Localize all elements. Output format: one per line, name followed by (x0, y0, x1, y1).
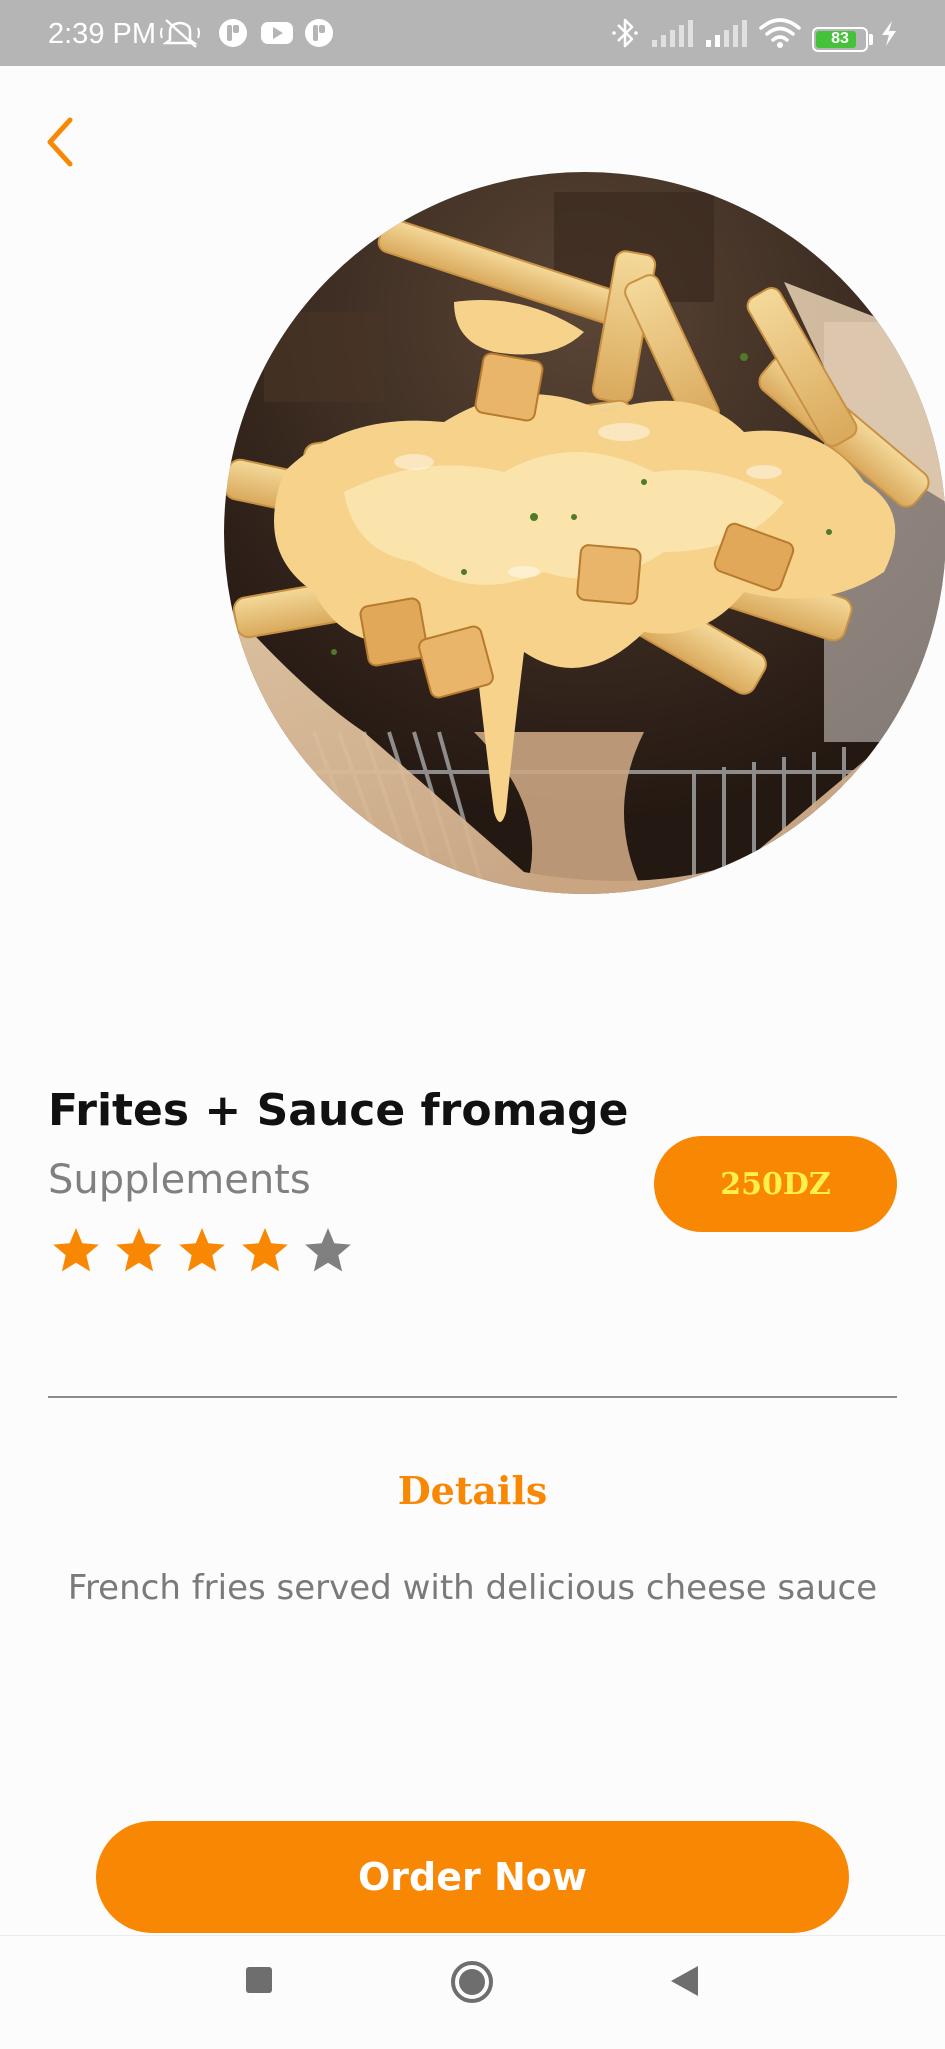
rating-stars (53, 1228, 351, 1272)
product-category: Supplements (48, 1157, 311, 1203)
signal-icon (706, 20, 747, 47)
divider (48, 1396, 897, 1398)
system-nav-bar (0, 1935, 945, 2049)
price-badge: 250DZ (654, 1136, 897, 1232)
star-filled-icon (242, 1228, 288, 1272)
product-title: Frites + Sauce fromage (48, 1085, 629, 1136)
details-description: French fries served with delicious chees… (67, 1568, 878, 1608)
chevron-left-icon (47, 117, 73, 167)
star-empty-icon (305, 1228, 351, 1272)
youtube-icon (261, 22, 293, 44)
battery-percent: 83 (831, 30, 849, 47)
app-icon (219, 19, 247, 47)
order-now-button[interactable]: Order Now (96, 1821, 849, 1933)
star-rating (48, 1222, 368, 1282)
status-bar: 2:39 PM 83 (0, 0, 945, 66)
recents-icon[interactable] (244, 1965, 274, 1995)
star-filled-icon (179, 1228, 225, 1272)
order-now-label: Order Now (357, 1855, 587, 1899)
product-image (224, 172, 945, 894)
status-time: 2:39 PM (48, 18, 156, 50)
fries-illustration (224, 172, 945, 894)
bluetooth-icon (612, 18, 638, 48)
back-button[interactable] (40, 112, 84, 172)
details-heading: Details (397, 1468, 548, 1513)
home-icon[interactable] (450, 1960, 494, 2004)
price-label: 250DZ (720, 1166, 831, 1202)
back-icon[interactable] (668, 1964, 700, 1998)
charging-icon (882, 21, 896, 46)
app-icon (305, 19, 333, 47)
signal-icon (652, 20, 693, 47)
battery-cap (869, 34, 873, 45)
mute-icon (160, 19, 200, 48)
star-filled-icon (53, 1228, 99, 1272)
wifi-icon (759, 18, 801, 48)
battery-icon: 83 (812, 27, 868, 52)
star-filled-icon (116, 1228, 162, 1272)
